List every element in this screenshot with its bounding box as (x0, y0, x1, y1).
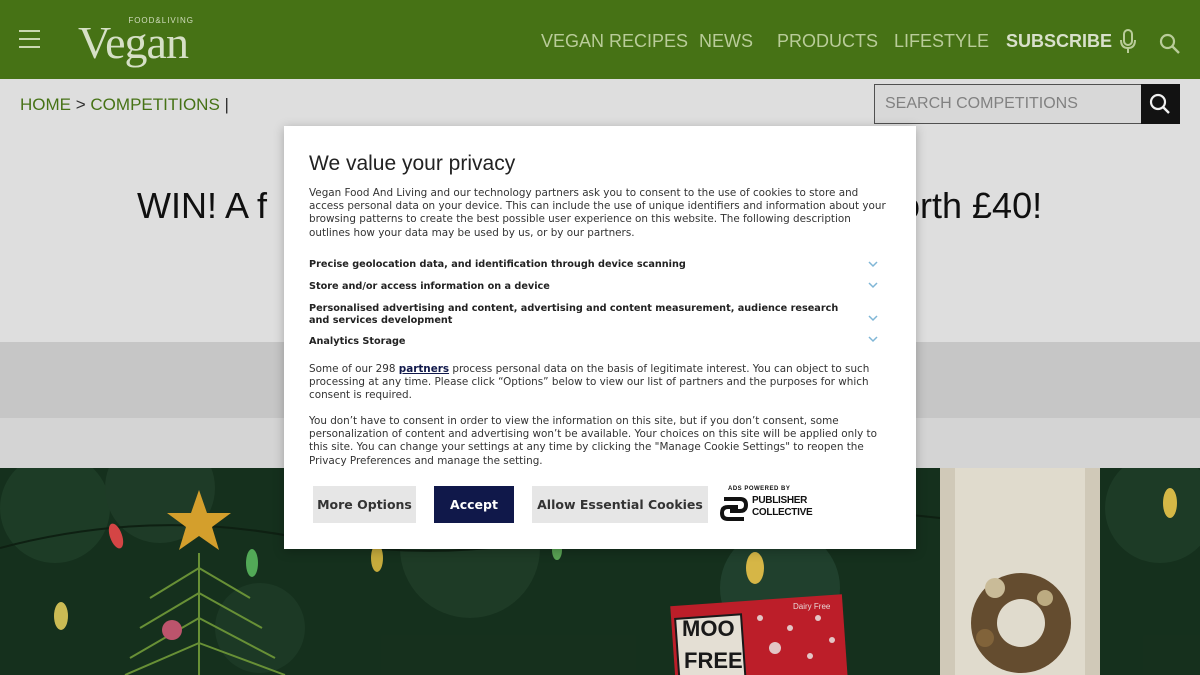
chevron-down-icon[interactable] (867, 281, 879, 289)
purpose-geolocation[interactable]: Precise geolocation data, and identifica… (309, 259, 859, 271)
accept-button[interactable]: Accept (434, 486, 514, 523)
publisher-collective-wordmark: PUBLISHER COLLECTIVE (752, 495, 813, 519)
chevron-down-icon[interactable] (867, 260, 879, 268)
consent-intro: Vegan Food And Living and our technology… (309, 187, 886, 239)
publisher-collective-logo: ADS POWERED BY PUBLISHER COLLECTIVE (720, 486, 813, 524)
publisher-line: PUBLISHER (752, 495, 808, 506)
consent-choice-text: You don’t have to consent in order to vi… (309, 415, 877, 467)
purpose-store-access[interactable]: Store and/or access information on a dev… (309, 281, 859, 293)
partners-link[interactable]: partners (399, 363, 449, 375)
ads-powered-by-label: ADS POWERED BY (728, 486, 791, 492)
partners-text-prefix: Some of our 298 (309, 363, 399, 375)
consent-partners-text: Some of our 298 partners process persona… (309, 363, 893, 403)
chevron-down-icon[interactable] (867, 335, 879, 343)
collective-line: COLLECTIVE (752, 507, 813, 518)
consent-title: We value your privacy (309, 152, 516, 175)
more-options-button[interactable]: More Options (313, 486, 416, 523)
chevron-down-icon[interactable] (867, 314, 879, 322)
purpose-personalised-advertising[interactable]: Personalised advertising and content, ad… (309, 303, 859, 327)
privacy-consent-dialog: We value your privacy Vegan Food And Liv… (284, 126, 916, 549)
purpose-analytics-storage[interactable]: Analytics Storage (309, 336, 859, 348)
allow-essential-cookies-button[interactable]: Allow Essential Cookies (532, 486, 708, 523)
publisher-collective-mark-icon (720, 497, 748, 521)
